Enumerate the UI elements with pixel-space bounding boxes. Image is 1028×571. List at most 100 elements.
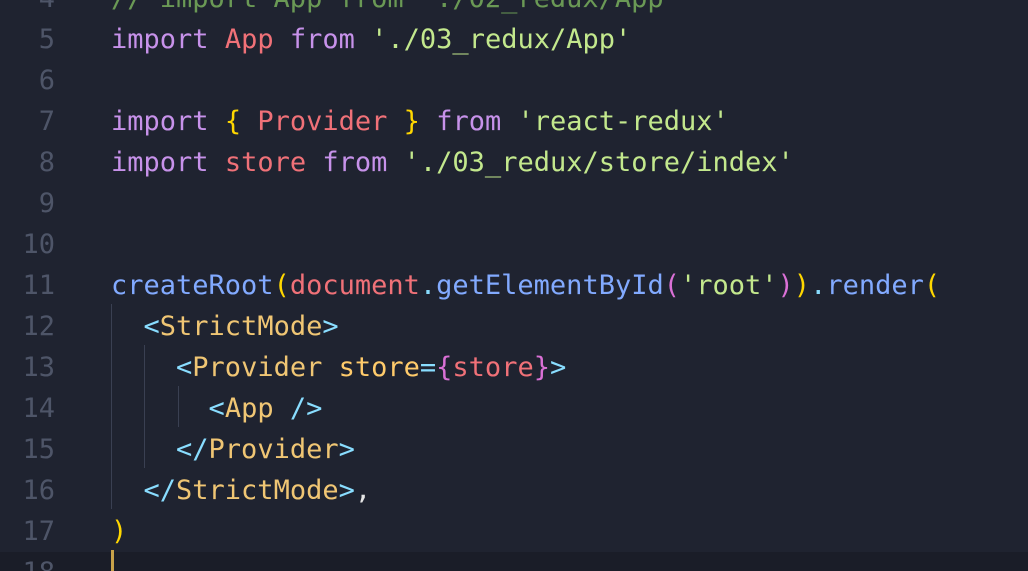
code-token: }: [403, 106, 420, 137]
code-token: {: [436, 352, 453, 383]
code-token: <: [176, 352, 193, 383]
code-token: (: [923, 270, 941, 301]
code-token: Provider: [192, 352, 323, 383]
line-number: 11: [22, 270, 55, 301]
code-token: import: [111, 147, 209, 178]
code-token: (: [273, 270, 290, 301]
code-token: </: [176, 434, 209, 465]
code-text: </Provider>: [111, 429, 355, 470]
code-token: >: [338, 475, 355, 506]
code-token: store: [224, 147, 307, 178]
code-editor[interactable]: 4 // import App from './02_redux/App' 5 imp…: [0, 0, 1028, 571]
code-token: />: [289, 393, 323, 424]
code-token: createRoot: [111, 270, 274, 301]
code-token: .: [419, 270, 437, 301]
code-text: import store from './03_redux/store/inde…: [111, 142, 794, 183]
code-token: >: [549, 352, 567, 383]
code-text: <App />: [111, 388, 323, 429]
code-line[interactable]: 15 </Provider>: [0, 429, 1028, 470]
line-number: 7: [38, 106, 55, 137]
line-number: 9: [38, 188, 55, 219]
indent-guide: [178, 386, 179, 427]
line-number: 10: [22, 229, 55, 260]
code-token: store: [338, 352, 420, 383]
code-line[interactable]: 7 import { Provider } from 'react-redux': [0, 101, 1028, 142]
code-line[interactable]: 4 // import App from './02_redux/App': [0, 0, 1028, 19]
code-token: document: [289, 270, 420, 301]
code-token: import: [111, 106, 209, 137]
code-token: }: [533, 352, 550, 383]
code-token: 'root': [679, 270, 778, 301]
code-token: StrictMode: [176, 475, 339, 506]
code-token: >: [322, 311, 339, 342]
code-text: createRoot(document.getElementById('root…: [111, 265, 940, 306]
code-line[interactable]: 13 <Provider store={store}>: [0, 347, 1028, 388]
code-token: StrictMode: [159, 311, 323, 342]
code-token: {: [224, 106, 242, 137]
code-token: ): [111, 516, 128, 547]
code-line[interactable]: 5 import App from './03_redux/App': [0, 19, 1028, 60]
code-token: // import App from './02_redux/App': [111, 0, 680, 14]
code-token: './03_redux/App': [371, 24, 632, 55]
line-number: 4: [0, 0, 55, 19]
code-token: './03_redux/store/index': [403, 147, 794, 178]
code-token: from: [289, 24, 355, 55]
line-number: 17: [22, 516, 55, 547]
code-token: render: [826, 270, 924, 301]
code-line[interactable]: 12 <StrictMode>: [0, 306, 1028, 347]
code-line[interactable]: 16 </StrictMode>,: [0, 470, 1028, 511]
line-number: 6: [38, 65, 55, 96]
line-number: 16: [22, 475, 55, 506]
code-text: ): [111, 511, 127, 552]
text-cursor: [111, 550, 114, 571]
code-line[interactable]: 17): [0, 511, 1028, 552]
code-token: Provider: [208, 434, 339, 465]
code-text: <Provider store={store}>: [111, 347, 566, 388]
code-token: <: [143, 311, 160, 342]
code-text: import App from './03_redux/App': [111, 19, 631, 60]
code-token: store: [452, 352, 534, 383]
code-token: .: [810, 270, 827, 301]
code-line[interactable]: 6: [0, 60, 1028, 101]
line-number: 15: [22, 434, 55, 465]
line-number: 5: [38, 24, 55, 55]
code-line[interactable]: 11 createRoot(document.getElementById('ro…: [0, 265, 1028, 306]
code-token: ): [777, 270, 794, 301]
line-number: 12: [22, 311, 55, 342]
code-token: ): [793, 270, 811, 301]
code-token: from: [322, 147, 388, 178]
code-token: App: [224, 393, 274, 424]
code-token: App: [224, 24, 274, 55]
code-line[interactable]: 14 <App />: [0, 388, 1028, 429]
code-token: =: [419, 352, 437, 383]
line-number: 18: [0, 552, 55, 571]
code-text: </StrictMode>,: [111, 470, 372, 511]
code-line[interactable]: 9: [0, 183, 1028, 224]
line-number: 14: [22, 393, 55, 424]
code-line[interactable]: 8 import store from './03_redux/store/ind…: [0, 142, 1028, 183]
code-token: from: [436, 106, 502, 137]
code-text: import { Provider } from 'react-redux': [111, 101, 729, 142]
code-text: <StrictMode>: [111, 306, 339, 347]
code-token: getElementById: [436, 270, 664, 301]
code-line[interactable]: 10: [0, 224, 1028, 265]
code-token: ,: [354, 475, 372, 506]
code-token: </: [143, 475, 177, 506]
code-token: >: [338, 434, 355, 465]
line-number: 8: [38, 147, 55, 178]
code-token: (: [663, 270, 680, 301]
code-line[interactable]: 18: [0, 552, 1028, 571]
